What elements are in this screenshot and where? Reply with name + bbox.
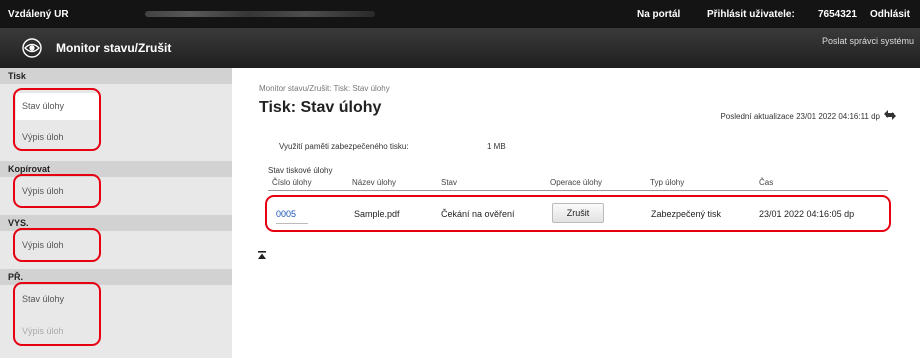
highlight-ring-copy [13, 174, 101, 208]
portal-link[interactable]: Na portál [637, 9, 680, 20]
header-title: Monitor stavu/Zrušit [56, 41, 172, 55]
col-header-status: Stav [441, 178, 458, 187]
eye-logo-icon [22, 38, 42, 58]
col-header-time: Čas [759, 178, 774, 187]
device-info-blurred [145, 11, 375, 17]
col-header-job-name: Název úlohy [352, 178, 397, 187]
table-header-divider [268, 190, 888, 191]
highlight-ring-print [13, 88, 101, 151]
sidebar-section-print: Tisk [0, 68, 232, 84]
logout-link[interactable]: Odhlásit [870, 9, 910, 20]
breadcrumb: Monitor stavu/Zrušit: Tisk: Stav úlohy [259, 84, 390, 93]
back-to-top-icon[interactable] [258, 251, 266, 261]
last-update-text: Poslední aktualizace 23/01 2022 04:16:11… [720, 112, 880, 121]
highlight-ring-job-row [265, 195, 891, 232]
memory-usage-value: 1 MB [487, 142, 506, 151]
top-bar: Vzdálený UR Na portál Přihlásit uživatel… [0, 0, 920, 28]
refresh-icon[interactable] [882, 108, 898, 122]
mail-admin-link[interactable]: Poslat správci systému [822, 36, 914, 46]
highlight-ring-send [13, 228, 101, 262]
highlight-ring-receive [13, 282, 101, 346]
main-content: Monitor stavu/Zrušit: Tisk: Stav úlohy T… [232, 68, 920, 358]
col-header-job-number: Číslo úlohy [272, 178, 312, 187]
col-header-job-operation: Operace úlohy [550, 178, 603, 187]
page-header: Monitor stavu/Zrušit Poslat správci syst… [0, 28, 920, 68]
table-title: Stav tiskové úlohy [268, 166, 333, 175]
col-header-job-type: Typ úlohy [650, 178, 685, 187]
memory-usage: Využití paměti zabezpečeného tisku: 1 MB [279, 142, 506, 151]
memory-usage-label: Využití paměti zabezpečeného tisku: [279, 142, 409, 151]
page-title: Tisk: Stav úlohy [259, 99, 382, 116]
app-title: Vzdálený UR [8, 9, 69, 20]
login-label: Přihlásit uživatele: [707, 9, 795, 20]
sidebar: Tisk Stav úlohy Výpis úloh Kopírovat Výp… [0, 68, 232, 358]
user-id: 7654321 [818, 9, 857, 20]
